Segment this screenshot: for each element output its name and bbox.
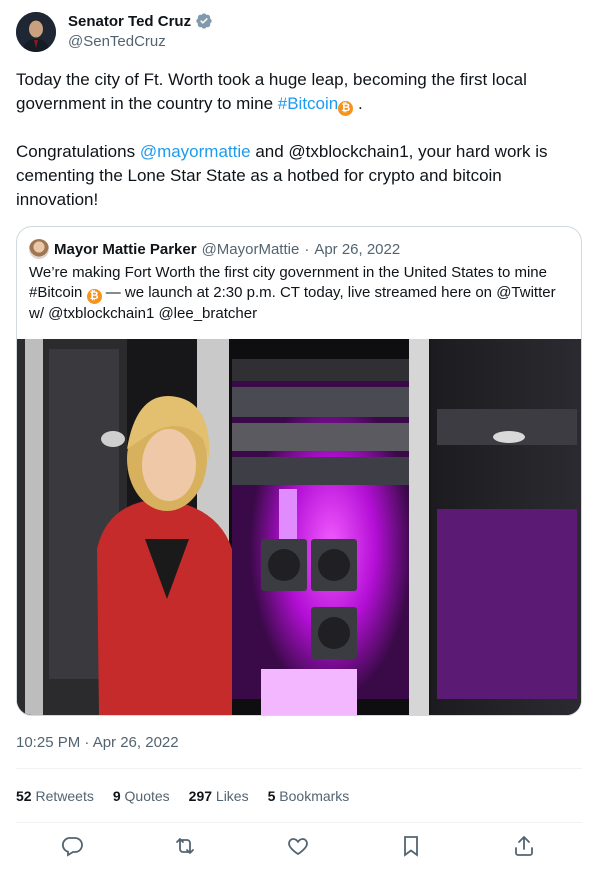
bookmark-icon[interactable] — [399, 834, 423, 858]
likes-count: 297 — [188, 788, 213, 804]
bookmarks-stat[interactable]: 5 Bookmarks — [268, 788, 350, 804]
quoted-tweet-text: We’re making Fort Worth the first city g… — [29, 263, 569, 324]
quoted-author-name[interactable]: Mayor Mattie Parker — [54, 241, 197, 258]
author-name[interactable]: Senator Ted Cruz — [68, 12, 213, 30]
quoted-separator: · — [304, 240, 310, 258]
verified-icon — [196, 13, 212, 29]
divider — [16, 768, 582, 769]
retweets-count: 52 — [16, 788, 32, 804]
quoted-tweet-header: Mayor Mattie Parker @MayorMattie · Apr 2… — [29, 239, 400, 259]
quotes-count: 9 — [112, 788, 121, 804]
like-icon[interactable] — [286, 834, 310, 858]
bitcoin-emoji-icon: ₿ — [338, 101, 354, 116]
quoted-tweet-card[interactable]: Mayor Mattie Parker @MayorMattie · Apr 2… — [16, 226, 582, 716]
bitcoin-emoji-icon-quoted: ₿ — [86, 289, 102, 304]
quoted-tweet-photo[interactable] — [17, 339, 581, 715]
quoted-author-handle[interactable]: @MayorMattie — [202, 241, 300, 258]
retweets-stat[interactable]: 52 Retweets — [16, 788, 94, 804]
retweet-icon[interactable] — [173, 834, 197, 858]
photo-mayor-server-rack — [17, 339, 581, 715]
author-handle[interactable]: @SenTedCruz — [68, 33, 166, 50]
likes-stat[interactable]: 297 Likes — [189, 788, 249, 804]
tweet-text: Today the city of Ft. Worth took a huge … — [16, 68, 582, 212]
tweet-line1: Today the city of Ft. Worth took a huge … — [16, 70, 527, 113]
hashtag-bitcoin[interactable]: #Bitcoin — [278, 94, 338, 113]
quotes-label: Quotes — [124, 788, 170, 804]
quoted-text-b: — we launch at 2:30 p.m. CT today, live … — [29, 284, 556, 322]
reply-icon[interactable] — [60, 834, 84, 858]
divider — [16, 822, 582, 823]
tweet-timestamp[interactable]: 10:25 PM · Apr 26, 2022 — [16, 734, 179, 751]
tweet-line1-end: . — [353, 94, 363, 113]
author-name-text[interactable]: Senator Ted Cruz — [68, 13, 191, 30]
share-icon[interactable] — [512, 834, 536, 858]
mention-mayormattie[interactable]: @mayormattie — [140, 142, 251, 161]
retweets-label: Retweets — [35, 788, 94, 804]
author-avatar[interactable] — [16, 12, 56, 52]
engagement-stats: 52 Retweets 9 Quotes 297 Likes 5 Bookmar… — [16, 788, 349, 804]
action-bar — [16, 826, 582, 866]
tweet-p2-start: Congratulations — [16, 142, 140, 161]
quoted-date[interactable]: Apr 26, 2022 — [314, 241, 400, 258]
quoted-author-avatar[interactable] — [29, 239, 49, 259]
bookmarks-count: 5 — [267, 788, 276, 804]
likes-label: Likes — [215, 788, 249, 804]
bookmarks-label: Bookmarks — [279, 788, 350, 804]
quotes-stat[interactable]: 9 Quotes — [113, 788, 170, 804]
